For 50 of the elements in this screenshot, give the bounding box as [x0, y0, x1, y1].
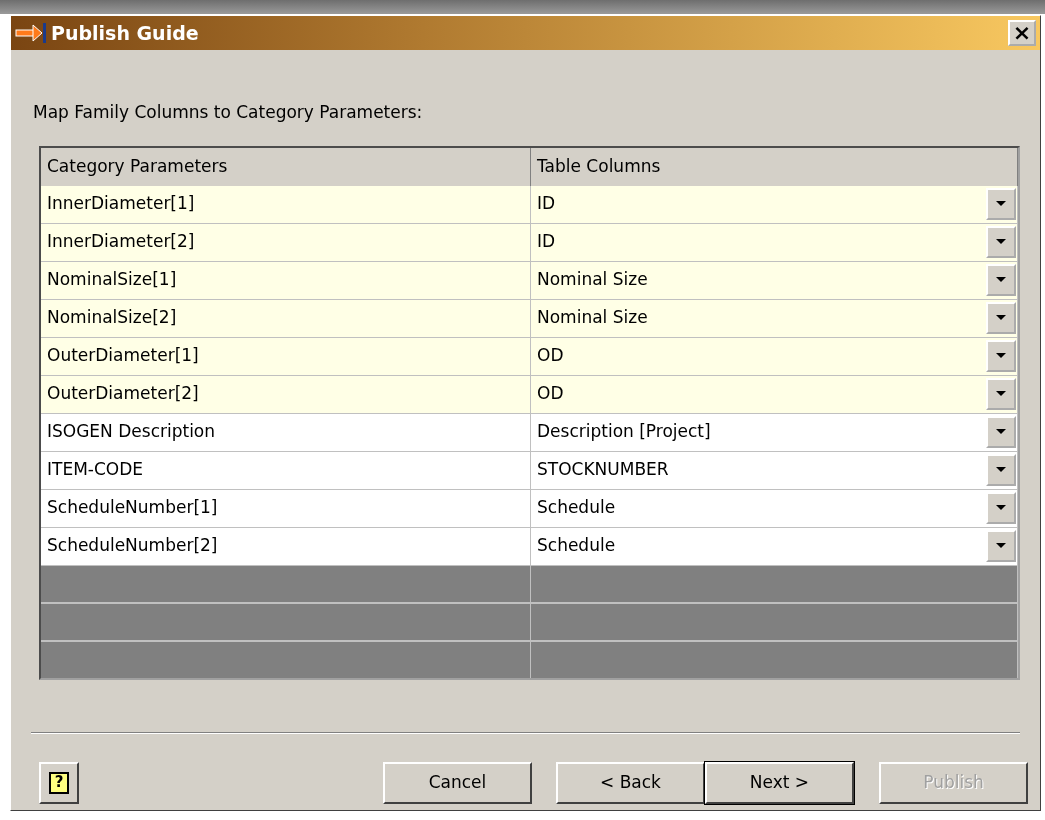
dropdown-cell[interactable]: Schedule	[531, 527, 1018, 566]
caret-icon	[996, 277, 1006, 283]
caret-icon	[996, 239, 1006, 245]
table-cell: InnerDiameter[2]	[41, 223, 531, 262]
caret-icon	[996, 505, 1006, 511]
publish-arrow-icon	[15, 21, 49, 45]
close-button[interactable]: ×	[1008, 20, 1036, 46]
table-cell: InnerDiameter[1]	[41, 185, 531, 224]
table-cell: NominalSize[2]	[41, 299, 531, 338]
caret-icon	[996, 391, 1006, 397]
window-title: Publish Guide	[51, 20, 199, 46]
dropdown-cell[interactable]: Nominal Size	[531, 261, 1018, 300]
caret-icon	[996, 467, 1006, 473]
dialog-button[interactable]: Cancel	[383, 761, 532, 804]
caret-icon	[996, 201, 1006, 207]
table-cell: OuterDiameter[2]	[41, 375, 531, 414]
dropdown-cell[interactable]: OD	[531, 337, 1018, 376]
dialog-button[interactable]: Next >	[705, 761, 854, 804]
dropdown-button[interactable]	[986, 226, 1016, 258]
dropdown-cell[interactable]: ID	[531, 223, 1018, 262]
caret-icon	[996, 543, 1006, 549]
dropdown-button[interactable]	[986, 302, 1016, 334]
table-cell: ITEM-CODE	[41, 451, 531, 490]
dropdown-button[interactable]	[986, 416, 1016, 448]
dropdown-cell[interactable]: ID	[531, 185, 1018, 224]
table-cell: ScheduleNumber[1]	[41, 489, 531, 528]
table-cell: NominalSize[1]	[41, 261, 531, 300]
dropdown-button[interactable]	[986, 454, 1016, 486]
instruction-text: Map Family Columns to Category Parameters:	[33, 101, 424, 124]
dropdown-cell[interactable]: Description [Project]	[531, 413, 1018, 452]
dropdown-button[interactable]	[986, 188, 1016, 220]
help-button[interactable]: ?	[39, 761, 79, 804]
table-cell: ScheduleNumber[2]	[41, 527, 531, 566]
dropdown-cell[interactable]: STOCKNUMBER	[531, 451, 1018, 490]
dropdown-cell[interactable]: OD	[531, 375, 1018, 414]
dropdown-cell[interactable]: Nominal Size	[531, 299, 1018, 338]
dropdown-button[interactable]	[986, 530, 1016, 562]
caret-icon	[996, 315, 1006, 321]
table-cell: ISOGEN Description	[41, 413, 531, 452]
column-header: Table Columns	[531, 147, 1018, 188]
column-header: Category Parameters	[41, 147, 531, 188]
dropdown-button[interactable]	[986, 492, 1016, 524]
dropdown-button[interactable]	[986, 340, 1016, 372]
dropdown-cell[interactable]: Schedule	[531, 489, 1018, 528]
table-cell: OuterDiameter[1]	[41, 337, 531, 376]
caret-icon	[996, 429, 1006, 435]
dropdown-button[interactable]	[986, 264, 1016, 296]
dropdown-button[interactable]	[986, 378, 1016, 410]
caret-icon	[996, 353, 1006, 359]
dialog-button[interactable]: < Back	[556, 761, 705, 804]
